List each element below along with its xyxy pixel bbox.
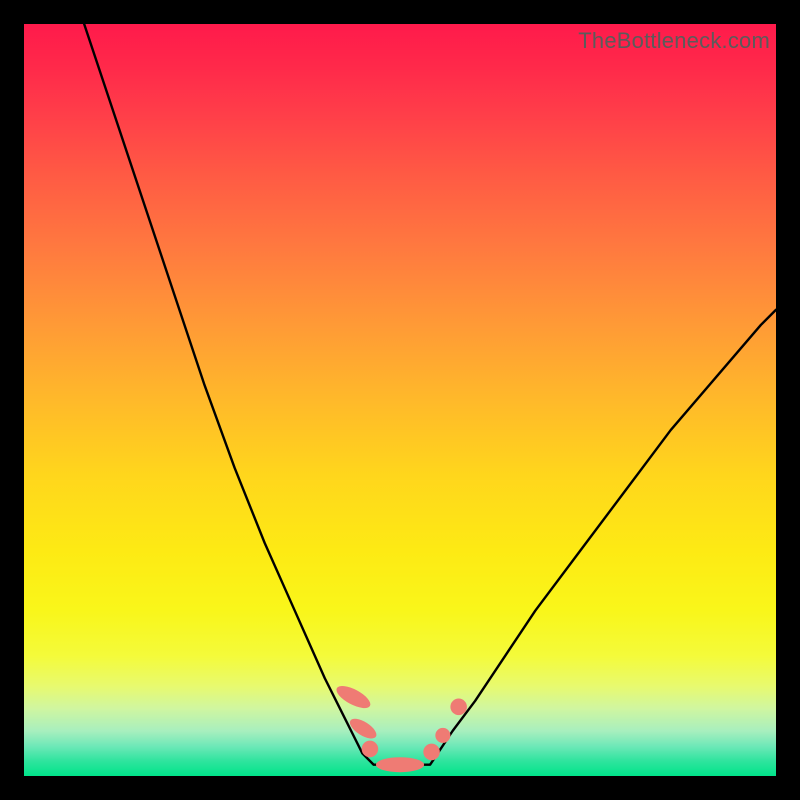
plot-area: TheBottleneck.com xyxy=(24,24,776,776)
marker-1 xyxy=(347,715,380,742)
marker-6 xyxy=(450,699,467,716)
marker-4 xyxy=(423,744,440,761)
marker-3 xyxy=(376,757,424,772)
chart-frame: TheBottleneck.com xyxy=(0,0,800,800)
curve-svg xyxy=(24,24,776,776)
bottleneck-curve xyxy=(84,24,776,765)
marker-2 xyxy=(362,741,379,758)
marker-5 xyxy=(435,728,450,743)
